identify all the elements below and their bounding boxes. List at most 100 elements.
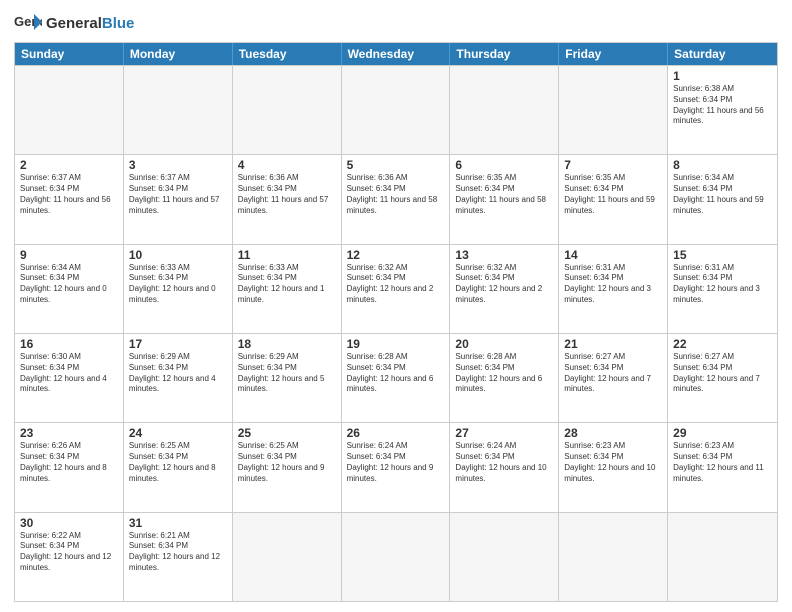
page: General GeneralBlue SundayMondayTuesdayW… <box>0 0 792 612</box>
cell-info: Sunrise: 6:29 AM Sunset: 6:34 PM Dayligh… <box>129 352 227 395</box>
day-number: 9 <box>20 248 118 262</box>
cell-info: Sunrise: 6:33 AM Sunset: 6:34 PM Dayligh… <box>129 263 227 306</box>
day-number: 6 <box>455 158 553 172</box>
day-number: 10 <box>129 248 227 262</box>
day-number: 17 <box>129 337 227 351</box>
cell-info: Sunrise: 6:33 AM Sunset: 6:34 PM Dayligh… <box>238 263 336 306</box>
day-number: 30 <box>20 516 118 530</box>
cell-info: Sunrise: 6:34 AM Sunset: 6:34 PM Dayligh… <box>673 173 772 216</box>
day-number: 12 <box>347 248 445 262</box>
cell-info: Sunrise: 6:28 AM Sunset: 6:34 PM Dayligh… <box>455 352 553 395</box>
day-number: 19 <box>347 337 445 351</box>
calendar-cell <box>233 513 342 601</box>
calendar-cell: 19Sunrise: 6:28 AM Sunset: 6:34 PM Dayli… <box>342 334 451 422</box>
calendar-row-5: 30Sunrise: 6:22 AM Sunset: 6:34 PM Dayli… <box>15 512 777 601</box>
calendar-cell: 20Sunrise: 6:28 AM Sunset: 6:34 PM Dayli… <box>450 334 559 422</box>
day-number: 28 <box>564 426 662 440</box>
day-number: 15 <box>673 248 772 262</box>
day-number: 26 <box>347 426 445 440</box>
cell-info: Sunrise: 6:30 AM Sunset: 6:34 PM Dayligh… <box>20 352 118 395</box>
day-number: 31 <box>129 516 227 530</box>
cell-info: Sunrise: 6:31 AM Sunset: 6:34 PM Dayligh… <box>564 263 662 306</box>
cell-info: Sunrise: 6:32 AM Sunset: 6:34 PM Dayligh… <box>347 263 445 306</box>
day-number: 14 <box>564 248 662 262</box>
cell-info: Sunrise: 6:27 AM Sunset: 6:34 PM Dayligh… <box>673 352 772 395</box>
day-number: 16 <box>20 337 118 351</box>
calendar-cell: 3Sunrise: 6:37 AM Sunset: 6:34 PM Daylig… <box>124 155 233 243</box>
calendar-cell: 23Sunrise: 6:26 AM Sunset: 6:34 PM Dayli… <box>15 423 124 511</box>
cell-info: Sunrise: 6:35 AM Sunset: 6:34 PM Dayligh… <box>455 173 553 216</box>
day-number: 20 <box>455 337 553 351</box>
cell-info: Sunrise: 6:34 AM Sunset: 6:34 PM Dayligh… <box>20 263 118 306</box>
calendar-cell: 11Sunrise: 6:33 AM Sunset: 6:34 PM Dayli… <box>233 245 342 333</box>
cell-info: Sunrise: 6:28 AM Sunset: 6:34 PM Dayligh… <box>347 352 445 395</box>
calendar-cell: 17Sunrise: 6:29 AM Sunset: 6:34 PM Dayli… <box>124 334 233 422</box>
header-day-wednesday: Wednesday <box>342 43 451 65</box>
cell-info: Sunrise: 6:24 AM Sunset: 6:34 PM Dayligh… <box>455 441 553 484</box>
header-day-friday: Friday <box>559 43 668 65</box>
day-number: 25 <box>238 426 336 440</box>
header-day-saturday: Saturday <box>668 43 777 65</box>
cell-info: Sunrise: 6:37 AM Sunset: 6:34 PM Dayligh… <box>20 173 118 216</box>
header-day-sunday: Sunday <box>15 43 124 65</box>
calendar-row-0: 1Sunrise: 6:38 AM Sunset: 6:34 PM Daylig… <box>15 65 777 154</box>
calendar-cell: 13Sunrise: 6:32 AM Sunset: 6:34 PM Dayli… <box>450 245 559 333</box>
calendar-cell: 5Sunrise: 6:36 AM Sunset: 6:34 PM Daylig… <box>342 155 451 243</box>
day-number: 13 <box>455 248 553 262</box>
calendar-cell: 1Sunrise: 6:38 AM Sunset: 6:34 PM Daylig… <box>668 66 777 154</box>
day-number: 4 <box>238 158 336 172</box>
day-number: 22 <box>673 337 772 351</box>
day-number: 5 <box>347 158 445 172</box>
cell-info: Sunrise: 6:36 AM Sunset: 6:34 PM Dayligh… <box>238 173 336 216</box>
cell-info: Sunrise: 6:23 AM Sunset: 6:34 PM Dayligh… <box>673 441 772 484</box>
calendar-cell: 15Sunrise: 6:31 AM Sunset: 6:34 PM Dayli… <box>668 245 777 333</box>
calendar-cell: 4Sunrise: 6:36 AM Sunset: 6:34 PM Daylig… <box>233 155 342 243</box>
calendar-cell: 31Sunrise: 6:21 AM Sunset: 6:34 PM Dayli… <box>124 513 233 601</box>
calendar-cell: 29Sunrise: 6:23 AM Sunset: 6:34 PM Dayli… <box>668 423 777 511</box>
cell-info: Sunrise: 6:36 AM Sunset: 6:34 PM Dayligh… <box>347 173 445 216</box>
cell-info: Sunrise: 6:37 AM Sunset: 6:34 PM Dayligh… <box>129 173 227 216</box>
day-number: 11 <box>238 248 336 262</box>
cell-info: Sunrise: 6:25 AM Sunset: 6:34 PM Dayligh… <box>238 441 336 484</box>
day-number: 18 <box>238 337 336 351</box>
calendar-cell: 10Sunrise: 6:33 AM Sunset: 6:34 PM Dayli… <box>124 245 233 333</box>
calendar-cell: 30Sunrise: 6:22 AM Sunset: 6:34 PM Dayli… <box>15 513 124 601</box>
cell-info: Sunrise: 6:24 AM Sunset: 6:34 PM Dayligh… <box>347 441 445 484</box>
header-day-thursday: Thursday <box>450 43 559 65</box>
calendar-cell: 14Sunrise: 6:31 AM Sunset: 6:34 PM Dayli… <box>559 245 668 333</box>
calendar-cell <box>450 66 559 154</box>
cell-info: Sunrise: 6:32 AM Sunset: 6:34 PM Dayligh… <box>455 263 553 306</box>
day-number: 21 <box>564 337 662 351</box>
header-day-monday: Monday <box>124 43 233 65</box>
cell-info: Sunrise: 6:31 AM Sunset: 6:34 PM Dayligh… <box>673 263 772 306</box>
day-number: 8 <box>673 158 772 172</box>
calendar-cell: 25Sunrise: 6:25 AM Sunset: 6:34 PM Dayli… <box>233 423 342 511</box>
calendar-cell: 21Sunrise: 6:27 AM Sunset: 6:34 PM Dayli… <box>559 334 668 422</box>
calendar-cell <box>559 66 668 154</box>
day-number: 29 <box>673 426 772 440</box>
calendar-cell: 8Sunrise: 6:34 AM Sunset: 6:34 PM Daylig… <box>668 155 777 243</box>
calendar-row-3: 16Sunrise: 6:30 AM Sunset: 6:34 PM Dayli… <box>15 333 777 422</box>
cell-info: Sunrise: 6:29 AM Sunset: 6:34 PM Dayligh… <box>238 352 336 395</box>
logo-text: GeneralBlue <box>46 16 134 31</box>
calendar-cell: 16Sunrise: 6:30 AM Sunset: 6:34 PM Dayli… <box>15 334 124 422</box>
day-number: 3 <box>129 158 227 172</box>
calendar-cell: 12Sunrise: 6:32 AM Sunset: 6:34 PM Dayli… <box>342 245 451 333</box>
cell-info: Sunrise: 6:26 AM Sunset: 6:34 PM Dayligh… <box>20 441 118 484</box>
calendar-cell <box>668 513 777 601</box>
calendar: SundayMondayTuesdayWednesdayThursdayFrid… <box>14 42 778 602</box>
day-number: 27 <box>455 426 553 440</box>
calendar-cell: 18Sunrise: 6:29 AM Sunset: 6:34 PM Dayli… <box>233 334 342 422</box>
cell-info: Sunrise: 6:22 AM Sunset: 6:34 PM Dayligh… <box>20 531 118 574</box>
calendar-row-2: 9Sunrise: 6:34 AM Sunset: 6:34 PM Daylig… <box>15 244 777 333</box>
calendar-cell: 27Sunrise: 6:24 AM Sunset: 6:34 PM Dayli… <box>450 423 559 511</box>
calendar-body: 1Sunrise: 6:38 AM Sunset: 6:34 PM Daylig… <box>15 65 777 601</box>
calendar-cell: 6Sunrise: 6:35 AM Sunset: 6:34 PM Daylig… <box>450 155 559 243</box>
day-number: 7 <box>564 158 662 172</box>
cell-info: Sunrise: 6:35 AM Sunset: 6:34 PM Dayligh… <box>564 173 662 216</box>
calendar-cell: 22Sunrise: 6:27 AM Sunset: 6:34 PM Dayli… <box>668 334 777 422</box>
calendar-cell: 28Sunrise: 6:23 AM Sunset: 6:34 PM Dayli… <box>559 423 668 511</box>
calendar-cell: 2Sunrise: 6:37 AM Sunset: 6:34 PM Daylig… <box>15 155 124 243</box>
header-day-tuesday: Tuesday <box>233 43 342 65</box>
calendar-cell: 24Sunrise: 6:25 AM Sunset: 6:34 PM Dayli… <box>124 423 233 511</box>
